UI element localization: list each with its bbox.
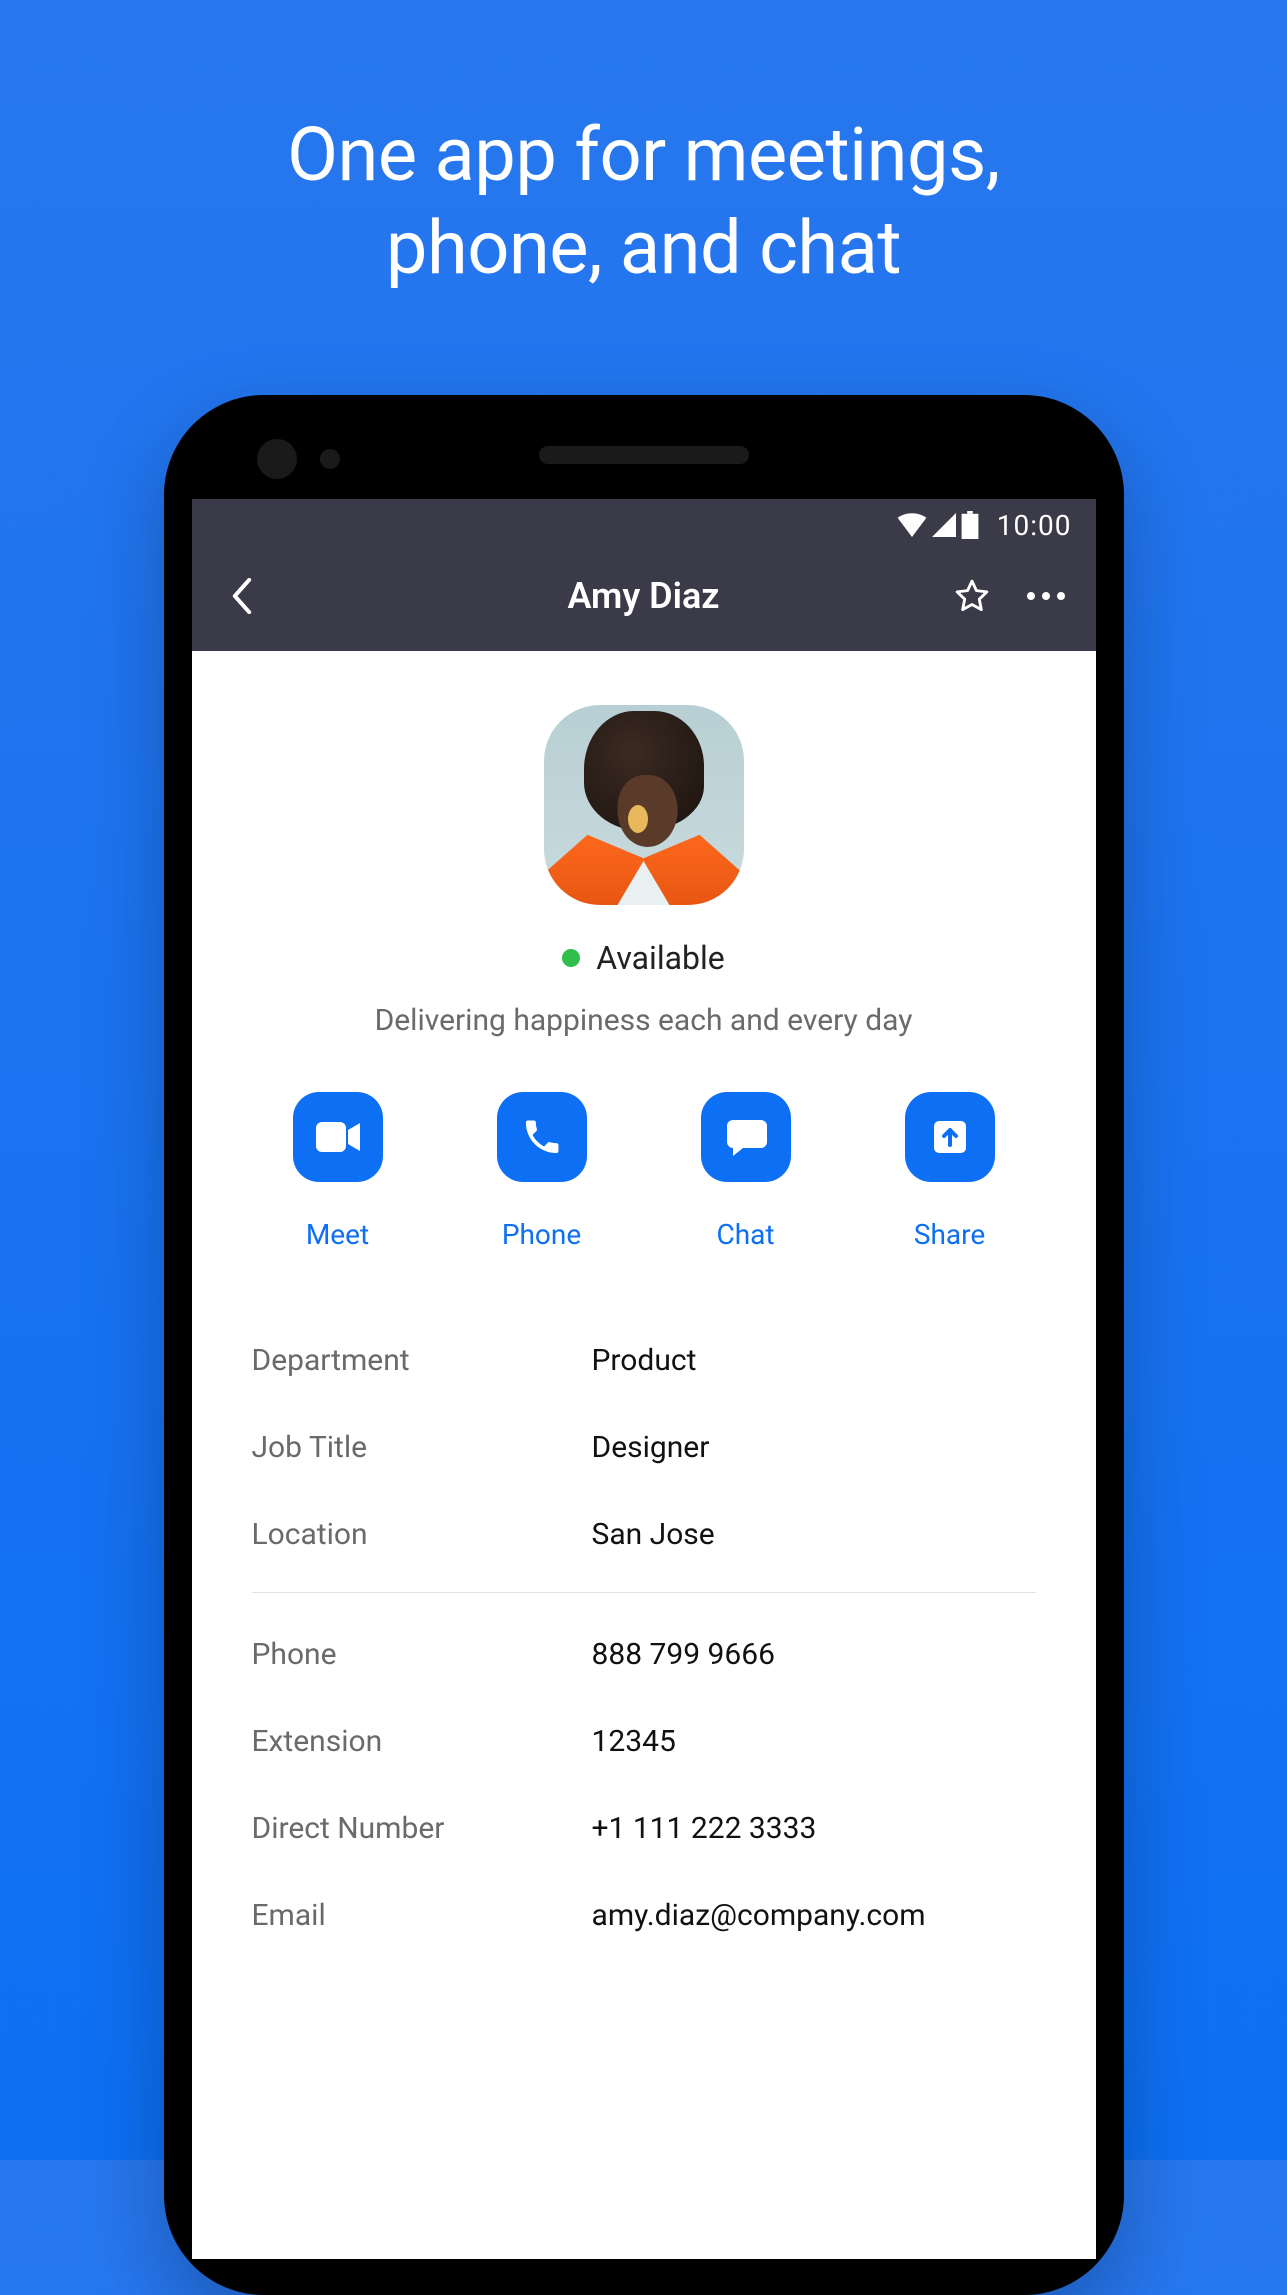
phone-icon xyxy=(521,1116,563,1158)
android-status-bar: 10:00 xyxy=(192,499,1096,551)
presence-dot-icon xyxy=(562,949,580,967)
camera-dot-large xyxy=(257,439,297,479)
detail-label: Email xyxy=(252,1898,592,1933)
detail-row-direct-number[interactable]: Direct Number +1 111 222 3333 xyxy=(252,1785,1036,1872)
detail-value: +1 111 222 3333 xyxy=(592,1811,817,1846)
battery-icon xyxy=(961,511,979,539)
detail-label: Location xyxy=(252,1517,592,1552)
wifi-icon xyxy=(897,513,927,537)
meet-button[interactable] xyxy=(293,1092,383,1182)
share-label: Share xyxy=(914,1218,985,1251)
back-button[interactable] xyxy=(220,574,264,618)
meet-label: Meet xyxy=(306,1218,369,1251)
chat-button[interactable] xyxy=(701,1092,791,1182)
detail-value: 12345 xyxy=(592,1724,676,1759)
detail-label: Extension xyxy=(252,1724,592,1759)
detail-value: San Jose xyxy=(592,1517,715,1552)
presence-text: Available xyxy=(596,939,724,977)
phone-frame: 10:00 Amy Diaz xyxy=(164,395,1124,2295)
marketing-tagline: One app for meetings, phone, and chat xyxy=(0,0,1287,295)
detail-row-extension[interactable]: Extension 12345 xyxy=(252,1698,1036,1785)
chevron-left-icon xyxy=(231,578,253,614)
phone-hardware-top xyxy=(192,425,1096,485)
detail-row-email[interactable]: Email amy.diaz@company.com xyxy=(252,1872,1036,1959)
detail-row-job-title: Job Title Designer xyxy=(252,1404,1036,1491)
status-icons xyxy=(897,511,979,539)
phone-screen: 10:00 Amy Diaz xyxy=(192,499,1096,2259)
profile-bio: Delivering happiness each and every day xyxy=(228,1003,1060,1038)
cellular-icon xyxy=(931,513,957,537)
detail-label: Department xyxy=(252,1343,592,1378)
favorite-button[interactable] xyxy=(950,574,994,618)
detail-label: Direct Number xyxy=(252,1811,592,1846)
detail-value: Product xyxy=(592,1343,697,1378)
detail-row-department: Department Product xyxy=(252,1317,1036,1404)
phone-button[interactable] xyxy=(497,1092,587,1182)
share-icon xyxy=(928,1115,972,1159)
chat-icon xyxy=(723,1116,769,1158)
details-list: Department Product Job Title Designer Lo… xyxy=(228,1317,1060,1959)
more-horizontal-icon xyxy=(1026,591,1066,601)
detail-value: Designer xyxy=(592,1430,710,1465)
detail-label: Job Title xyxy=(252,1430,592,1465)
status-time: 10:00 xyxy=(997,509,1072,542)
chat-label: Chat xyxy=(716,1218,774,1251)
action-buttons-row: Meet Phone Chat xyxy=(228,1092,1060,1251)
profile-section: Available Delivering happiness each and … xyxy=(192,651,1096,1959)
detail-label: Phone xyxy=(252,1637,592,1672)
app-bar: Amy Diaz xyxy=(192,551,1096,651)
presence-row: Available xyxy=(228,939,1060,977)
star-icon xyxy=(953,577,991,615)
tagline-line-1: One app for meetings, xyxy=(0,110,1287,203)
detail-value: 888 799 9666 xyxy=(592,1637,776,1672)
detail-row-phone[interactable]: Phone 888 799 9666 xyxy=(252,1611,1036,1698)
avatar[interactable] xyxy=(544,705,744,905)
tagline-line-2: phone, and chat xyxy=(0,203,1287,296)
speaker-grille xyxy=(539,446,749,464)
more-options-button[interactable] xyxy=(1024,574,1068,618)
section-divider xyxy=(252,1592,1036,1593)
phone-label: Phone xyxy=(502,1218,581,1251)
detail-value: amy.diaz@company.com xyxy=(592,1898,926,1933)
camera-dot-small xyxy=(320,449,340,469)
detail-row-location: Location San Jose xyxy=(252,1491,1036,1578)
share-button[interactable] xyxy=(905,1092,995,1182)
video-icon xyxy=(314,1120,362,1154)
